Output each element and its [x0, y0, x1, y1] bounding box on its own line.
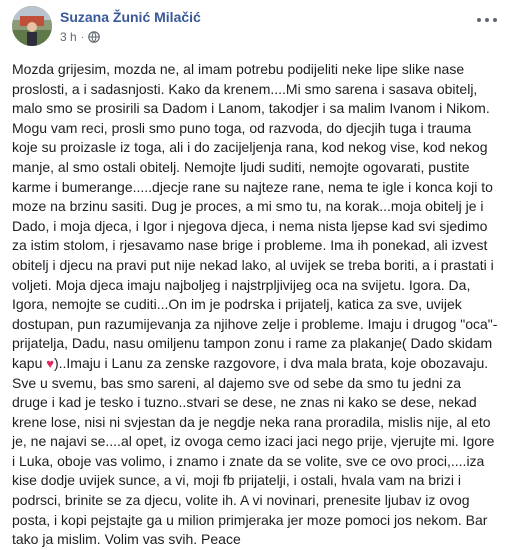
- facebook-post: Suzana Žunić Milačić 3 h · Mozda grijesi…: [0, 0, 509, 547]
- menu-dot: [477, 18, 481, 22]
- post-time[interactable]: 3 h: [60, 30, 77, 44]
- meta-separator: ·: [80, 31, 85, 43]
- post-meta: 3 h ·: [60, 29, 100, 45]
- post-header: Suzana Žunić Milačić 3 h ·: [0, 0, 509, 56]
- post-text-part-1: Mozda grijesim, mozda ne, al imam potreb…: [12, 61, 498, 371]
- post-body: Mozda grijesim, mozda ne, al imam potreb…: [12, 60, 498, 550]
- globe-icon[interactable]: [88, 31, 100, 43]
- menu-dot: [493, 18, 497, 22]
- menu-dot: [485, 18, 489, 22]
- post-text: Mozda grijesim, mozda ne, al imam potreb…: [12, 60, 498, 550]
- author-name[interactable]: Suzana Žunić Milačić: [60, 9, 201, 25]
- more-options-icon[interactable]: [477, 14, 497, 26]
- avatar[interactable]: [12, 6, 52, 46]
- avatar-image: [12, 6, 52, 46]
- post-text-part-2: )..Imaju i Lanu za zenske razgovore, i d…: [12, 354, 495, 548]
- heart-icon: ♥: [46, 355, 54, 371]
